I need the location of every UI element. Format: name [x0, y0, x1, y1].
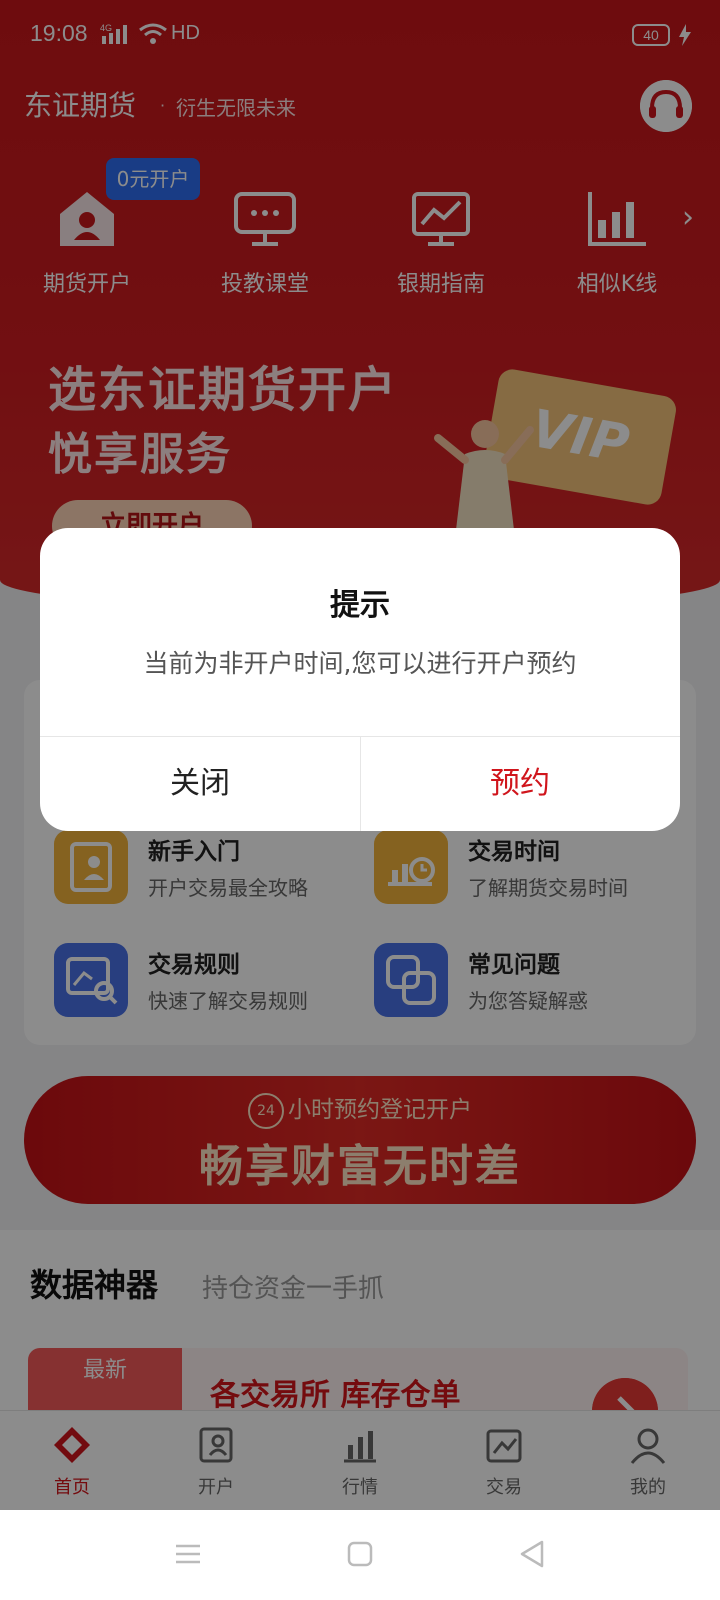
notice-dialog: 提示 当前为非开户时间,您可以进行开户预约 关闭 预约 — [40, 528, 680, 831]
menu-icon[interactable] — [172, 1538, 204, 1570]
close-button[interactable]: 关闭 — [40, 737, 360, 831]
home-square-icon[interactable] — [344, 1538, 376, 1570]
reserve-button[interactable]: 预约 — [360, 737, 680, 831]
system-navigation-bar — [0, 1510, 720, 1600]
back-icon[interactable] — [516, 1538, 548, 1570]
dialog-title: 提示 — [330, 588, 390, 623]
dialog-message: 当前为非开户时间,您可以进行开户预约 — [143, 649, 577, 678]
